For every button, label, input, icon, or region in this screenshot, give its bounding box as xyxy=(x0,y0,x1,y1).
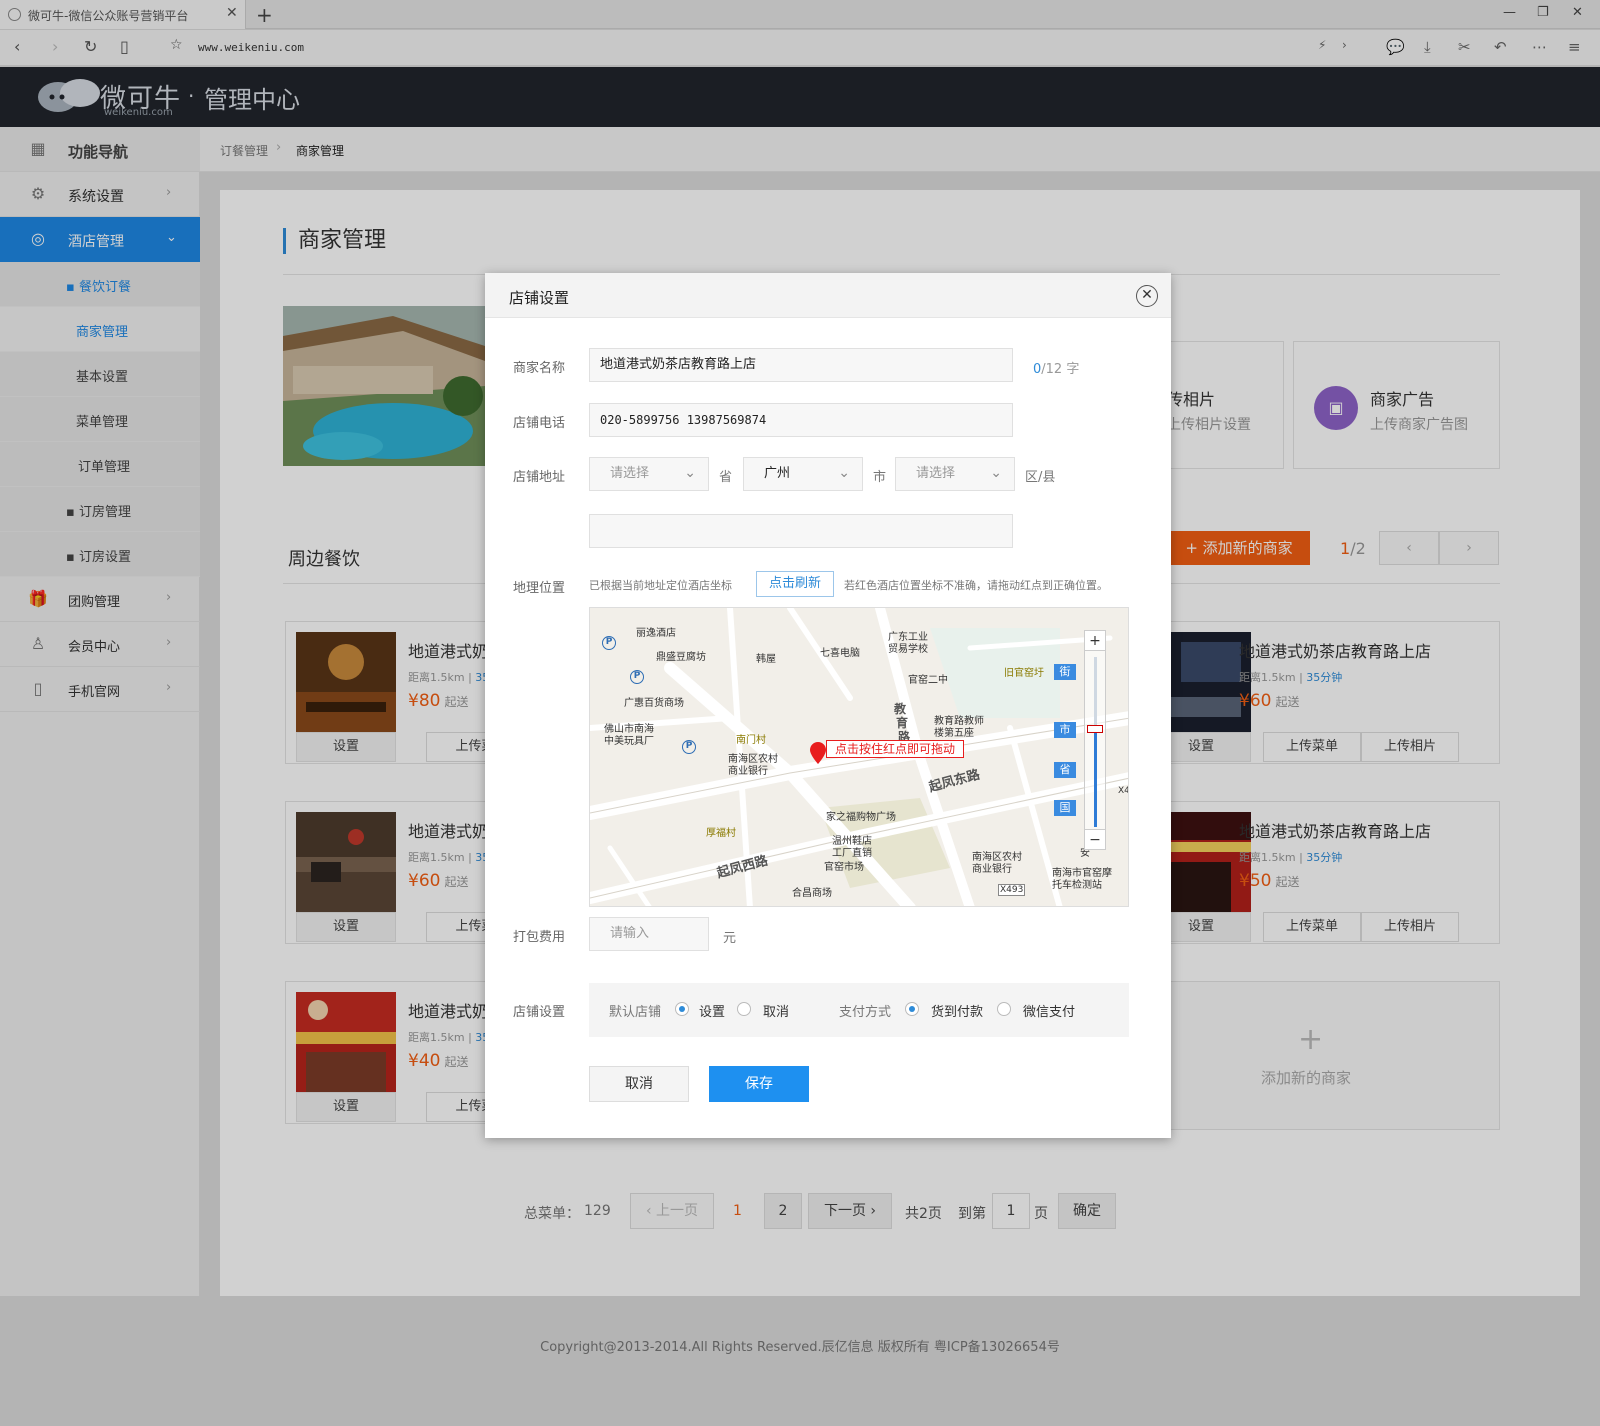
province-select[interactable]: 请选择 ⌄ xyxy=(589,457,709,491)
dialog-header: 店铺设置 ✕ xyxy=(485,273,1171,318)
map-label: 广惠百货商场 xyxy=(624,698,684,709)
geo-tip: 已根据当前地址定位酒店坐标 xyxy=(589,579,732,592)
map-label: 韩屋 xyxy=(756,654,776,665)
zoom-in-button[interactable]: + xyxy=(1085,631,1105,651)
geo-label: 地理位置 xyxy=(513,581,566,596)
map-label: 家之福购物广场 xyxy=(826,812,896,823)
map-label: 丽逸酒店 xyxy=(636,628,676,639)
default-store-label: 默认店铺 xyxy=(609,1005,662,1020)
zoom-level-fill xyxy=(1094,731,1097,827)
map-label: 托车检测站 xyxy=(1052,880,1102,891)
pay-wechat-label[interactable]: 微信支付 xyxy=(1023,1001,1075,1020)
location-marker-icon[interactable] xyxy=(810,742,826,764)
road-sign: X4 xyxy=(1118,786,1129,796)
pack-fee-input[interactable]: 请输入 xyxy=(589,917,709,951)
name-char-count: 0/12 字 xyxy=(1033,358,1079,377)
province-select-value: 请选择 xyxy=(610,466,650,481)
pack-fee-unit: 元 xyxy=(723,931,737,946)
district-select-value: 请选择 xyxy=(916,466,956,481)
district-select[interactable]: 请选择 ⌄ xyxy=(895,457,1015,491)
zoom-level-street[interactable]: 街 xyxy=(1054,664,1076,680)
zoom-slider-handle[interactable] xyxy=(1087,725,1103,733)
phone-label: 店铺电话 xyxy=(513,416,566,431)
payment-method-label: 支付方式 xyxy=(839,1005,892,1020)
chevron-down-icon: ⌄ xyxy=(990,465,1002,481)
city-select-value: 广州 xyxy=(764,466,791,481)
map-label: 官窑二中 xyxy=(908,675,948,686)
default-set-label[interactable]: 设置 xyxy=(699,1001,725,1020)
store-settings-dialog: 店铺设置 ✕ 商家名称 地道港式奶茶店教育路上店 0/12 字 店铺电话 020… xyxy=(485,273,1171,1138)
province-unit: 省 xyxy=(719,470,733,485)
chevron-down-icon: ⌄ xyxy=(684,465,696,481)
default-cancel-label[interactable]: 取消 xyxy=(763,1001,789,1020)
cancel-button[interactable]: 取消 xyxy=(589,1066,689,1102)
city-unit: 市 xyxy=(873,470,887,485)
parking-icon: P xyxy=(630,670,644,684)
map-label: 合昌商场 xyxy=(792,888,832,899)
name-label: 商家名称 xyxy=(513,361,566,376)
pay-wechat-radio[interactable] xyxy=(997,1002,1011,1016)
map-label: 鼎盛豆腐坊 xyxy=(656,652,706,663)
address-detail-input[interactable] xyxy=(589,514,1013,548)
map-label: 贸易学校 xyxy=(888,644,928,655)
zoom-level-country[interactable]: 国 xyxy=(1054,800,1076,816)
map-label: 旧官窑圩 xyxy=(1004,668,1044,679)
zoom-out-button[interactable]: − xyxy=(1085,829,1105,849)
default-set-radio[interactable] xyxy=(675,1002,689,1016)
pay-cod-radio[interactable] xyxy=(905,1002,919,1016)
map-label: 南门村 xyxy=(736,735,766,746)
map-label: 官窑市场 xyxy=(824,862,864,873)
pack-fee-label: 打包费用 xyxy=(513,930,566,945)
dialog-title: 店铺设置 xyxy=(509,289,570,307)
phone-input[interactable]: 020-5899756 13987569874 xyxy=(589,403,1013,437)
geo-tip-drag: 若红色酒店位置坐标不准确，请拖动红点到正确位置。 xyxy=(844,579,1108,592)
map-label: 商业银行 xyxy=(728,766,768,777)
map-label: 工厂直销 xyxy=(832,848,872,859)
char-count-suffix: /12 字 xyxy=(1041,362,1080,377)
close-icon[interactable]: ✕ xyxy=(1136,285,1158,307)
store-settings-label: 店铺设置 xyxy=(513,1005,566,1020)
map-label: 厚福村 xyxy=(706,828,736,839)
map-label: 七喜电脑 xyxy=(820,648,860,659)
merchant-name-input[interactable]: 地道港式奶茶店教育路上店 xyxy=(589,348,1013,382)
store-settings-box: 默认店铺 设置 取消 支付方式 货到付款 微信支付 xyxy=(589,983,1129,1037)
map-label: 商业银行 xyxy=(972,864,1012,875)
default-cancel-radio[interactable] xyxy=(737,1002,751,1016)
pay-cod-label[interactable]: 货到付款 xyxy=(931,1001,983,1020)
address-label: 店铺地址 xyxy=(513,470,566,485)
chevron-down-icon: ⌄ xyxy=(838,465,850,481)
map-label: 中美玩具厂 xyxy=(604,736,654,747)
parking-icon: P xyxy=(602,636,616,650)
location-map[interactable]: 丽逸酒店 鼎盛豆腐坊 韩屋 七喜电脑 广东工业 贸易学校 官窑二中 旧官窑圩 广… xyxy=(589,607,1129,907)
refresh-location-button[interactable]: 点击刷新 xyxy=(756,571,834,597)
road-sign: X493 xyxy=(998,884,1026,896)
parking-icon: P xyxy=(682,740,696,754)
zoom-level-city[interactable]: 市 xyxy=(1054,722,1076,738)
map-label: 楼第五座 xyxy=(934,728,974,739)
city-select[interactable]: 广州 ⌄ xyxy=(743,457,863,491)
save-button[interactable]: 保存 xyxy=(709,1066,809,1102)
marker-tooltip: 点击按住红点即可拖动 xyxy=(826,740,965,758)
district-unit: 区/县 xyxy=(1025,470,1056,485)
zoom-level-province[interactable]: 省 xyxy=(1054,762,1076,778)
zoom-control: + − xyxy=(1084,630,1106,850)
